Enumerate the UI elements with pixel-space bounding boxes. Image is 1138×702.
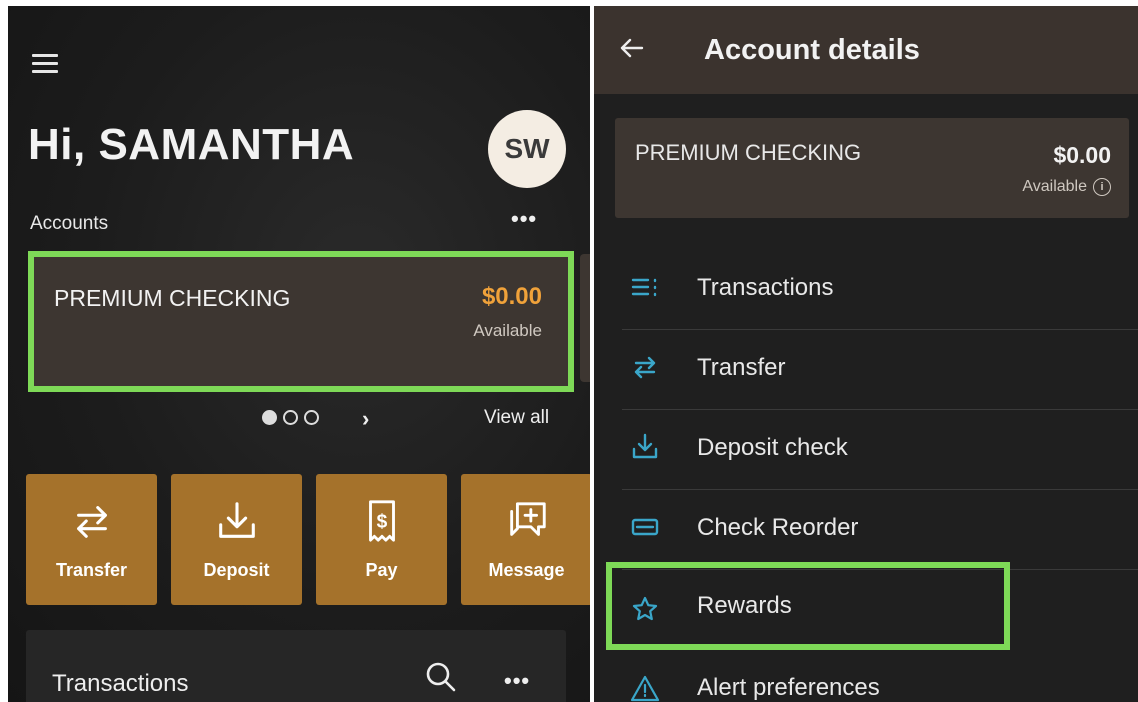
transfer-icon [76,506,107,538]
transfer-button[interactable]: Transfer [26,474,157,605]
deposit-icon [632,433,658,459]
app-bar: Account details [594,6,1138,94]
message-button[interactable]: Message [461,474,590,605]
avatar[interactable]: SW [488,110,566,188]
page-title: Account details [704,34,920,66]
balance-label: Available [473,321,542,340]
accounts-more-icon[interactable]: ••• [511,208,537,230]
back-arrow-icon[interactable] [618,34,646,62]
menu-item-label: Deposit check [697,434,848,461]
deposit-button[interactable]: Deposit [171,474,302,605]
transactions-more-icon[interactable]: ••• [504,670,530,692]
menu-item-label: Transactions [697,274,834,301]
pager-dot-active[interactable] [262,410,277,425]
balance-label-row: Available i [1022,178,1111,196]
info-icon[interactable]: i [1093,178,1111,196]
account-name: PREMIUM CHECKING [635,140,862,165]
account-card[interactable]: PREMIUM CHECKING $0.00 Available [28,251,574,392]
view-all-link[interactable]: View all [484,407,549,429]
balance-label: Available [1022,178,1087,195]
pager-dot[interactable] [304,410,319,425]
transactions-title: Transactions [52,670,189,697]
menu-item-deposit-check[interactable]: Deposit check [594,410,1138,490]
svg-text:$: $ [376,512,387,533]
next-account-card-peek[interactable] [580,254,590,382]
menu-icon[interactable] [32,54,58,74]
account-pager [262,410,319,425]
transactions-card: Transactions ••• [26,630,566,702]
account-name: PREMIUM CHECKING [54,285,291,311]
pager-dot[interactable] [283,410,298,425]
accounts-heading: Accounts [30,213,109,234]
action-label: Transfer [55,560,128,580]
deposit-icon [218,502,255,538]
menu-item-label: Alert preferences [697,674,880,701]
menu-item-transfer[interactable]: Transfer [594,330,1138,410]
menu-item-transactions[interactable]: Transactions [594,250,1138,330]
greeting: Hi, SAMANTHA [28,120,355,169]
account-balance: $0.00 [481,283,542,310]
rewards-highlight [606,562,1010,650]
account-balance: $0.00 [1053,142,1111,168]
home-screen: Hi, SAMANTHA SW Accounts ••• PREMIUM CHE… [8,6,590,702]
search-icon[interactable] [424,660,458,694]
chevron-right-icon[interactable]: › [362,406,369,432]
menu-item-label: Transfer [697,354,786,381]
menu-item-alert-preferences[interactable]: Alert preferences [594,654,1138,702]
menu-item-label: Check Reorder [697,514,859,541]
list-icon [631,278,657,297]
account-summary-card: PREMIUM CHECKING $0.00 Available i [615,118,1129,218]
warning-icon [630,675,660,702]
message-icon [509,502,546,536]
quick-actions: Transfer Deposit $ Pay Message [26,474,590,605]
bill-pay-icon: $ [368,500,395,542]
pay-button[interactable]: $ Pay [316,474,447,605]
action-label: Pay [365,560,398,580]
transfer-icon [634,356,656,379]
action-label: Message [488,560,565,580]
menu-item-check-reorder[interactable]: Check Reorder [594,490,1138,570]
checkbook-icon [631,518,659,536]
action-label: Deposit [203,560,270,580]
account-details-screen: Account details PREMIUM CHECKING $0.00 A… [594,6,1138,702]
